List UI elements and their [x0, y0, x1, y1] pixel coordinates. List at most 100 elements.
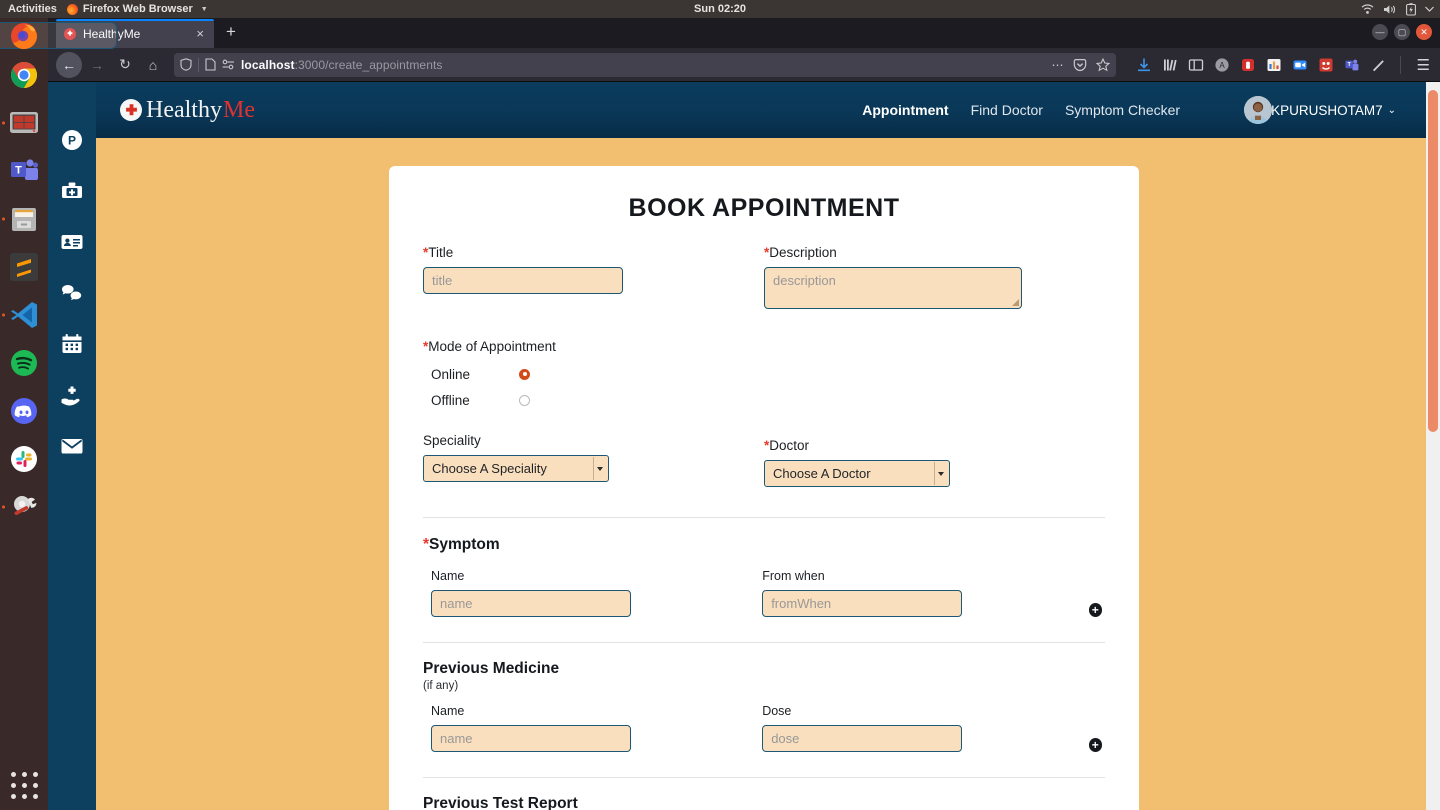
page-icon[interactable] [205, 58, 216, 71]
virtual-machine-icon [10, 112, 38, 133]
clock[interactable]: Sun 02:20 [694, 3, 746, 15]
dock-item-firefox[interactable] [0, 22, 117, 49]
back-button[interactable]: ← [56, 51, 82, 78]
close-window-button[interactable]: ✕ [1416, 24, 1432, 40]
radio-offline[interactable] [519, 394, 530, 406]
dock-item-slack[interactable] [2, 437, 46, 481]
add-medicine-button[interactable]: + [1088, 738, 1102, 752]
divider [423, 777, 1105, 778]
forward-button[interactable]: → [84, 52, 110, 78]
page-actions-icon[interactable]: ⋯ [1052, 58, 1064, 72]
radio-row-online[interactable]: Online [423, 361, 1105, 387]
microsoft-teams-icon: T [11, 159, 39, 180]
dock-item-microsoft-teams[interactable]: T [2, 149, 46, 193]
svg-text:A: A [1219, 61, 1225, 70]
activities-button[interactable]: Activities [0, 3, 67, 15]
dock-item-chrome[interactable] [2, 53, 46, 97]
medical-kit-icon[interactable] [60, 179, 84, 203]
chart-extension-icon[interactable] [1266, 57, 1282, 73]
description-label: *Description [764, 245, 1105, 260]
envelope-icon[interactable] [60, 434, 84, 458]
firefox-window: HealthyMe × + — ▢ ✕ ← → ↻ ⌂ localhost:30… [48, 18, 1440, 810]
title-input[interactable]: title [423, 267, 623, 294]
chevron-down-icon[interactable] [593, 457, 606, 480]
downloads-icon[interactable] [1136, 57, 1152, 73]
doctor-select[interactable]: Choose A Doctor [764, 460, 950, 487]
bookmark-star-icon[interactable] [1095, 57, 1110, 72]
dock-item-spotify[interactable] [2, 341, 46, 385]
parking-circle-icon[interactable]: P [60, 128, 84, 152]
sublime-text-icon [10, 253, 38, 281]
address-bar[interactable]: localhost:3000/create_appointments ⋯ [174, 52, 1116, 77]
system-tray[interactable] [1361, 2, 1434, 16]
dock-item-file-manager[interactable] [2, 197, 46, 241]
scrollbar-thumb[interactable] [1428, 90, 1438, 432]
dock-item-virtualbox-vm[interactable] [2, 101, 46, 145]
nav-link-symptom-checker[interactable]: Symptom Checker [1065, 102, 1180, 118]
field-medicine-name: Name name [431, 704, 762, 752]
minimize-button[interactable]: — [1372, 24, 1388, 40]
url-actions: ⋯ [1052, 57, 1110, 72]
url-path: :3000/create_appointments [294, 57, 443, 72]
id-card-icon[interactable] [60, 230, 84, 254]
title-label: *Title [423, 245, 764, 260]
chat-bubbles-icon[interactable] [60, 281, 84, 305]
doctor-label-text: Doctor [769, 438, 810, 453]
calendar-icon[interactable] [60, 332, 84, 356]
current-app-menu[interactable]: Firefox Web Browser ▼ [66, 3, 208, 15]
nav-link-find-doctor[interactable]: Find Doctor [971, 102, 1043, 118]
wifi-icon [1361, 3, 1374, 14]
field-symptom-name: Name name [431, 569, 762, 617]
dock-item-sublime-text[interactable] [2, 245, 46, 289]
chevron-down-icon [1425, 6, 1434, 12]
divider [1399, 55, 1401, 74]
nav-link-appointment[interactable]: Appointment [862, 102, 948, 118]
add-symptom-button[interactable]: + [1088, 603, 1102, 617]
maximize-button[interactable]: ▢ [1394, 24, 1410, 40]
divider [423, 642, 1105, 643]
dock-item-visual-studio-code[interactable] [2, 293, 46, 337]
account-icon[interactable]: A [1214, 57, 1230, 73]
previous-medicine-subtitle: (if any) [423, 680, 459, 692]
svg-text:P: P [68, 134, 76, 148]
volume-icon [1384, 4, 1396, 14]
close-tab-icon[interactable]: × [194, 27, 206, 40]
lastpass-extension-icon[interactable] [1240, 57, 1256, 73]
dock-item-settings-tools[interactable] [2, 485, 46, 529]
radio-online[interactable] [519, 368, 530, 380]
new-tab-button[interactable]: + [214, 23, 246, 44]
extension-toolbar: A T ☰ [1124, 55, 1432, 74]
speciality-select[interactable]: Choose A Speciality [423, 455, 609, 482]
home-button[interactable]: ⌂ [140, 52, 166, 78]
hand-plus-care-icon[interactable] [60, 383, 84, 407]
user-menu[interactable]: KPURUSHOTAM7 ⌄ [1244, 96, 1396, 124]
brand-logo[interactable]: Healthy Me [120, 97, 255, 124]
symptom-fromwhen-input[interactable]: fromWhen [762, 590, 963, 617]
dock-item-discord[interactable] [2, 389, 46, 433]
field-medicine-dose: Dose dose [762, 704, 1088, 752]
permissions-icon[interactable] [222, 59, 235, 70]
sidebar-icon[interactable] [1188, 57, 1204, 73]
app-menu-button[interactable]: ☰ [1415, 56, 1432, 74]
page-scrollbar[interactable] [1426, 82, 1440, 810]
medicine-dose-input[interactable]: dose [762, 725, 963, 752]
highlighter-icon[interactable] [1370, 57, 1386, 73]
extension-red-icon[interactable] [1318, 57, 1334, 73]
firefox-icon [66, 3, 78, 15]
pocket-icon[interactable] [1073, 58, 1087, 72]
teams-extension-icon[interactable]: T [1344, 57, 1360, 73]
radio-row-offline[interactable]: Offline [423, 387, 1105, 413]
library-icon[interactable] [1162, 57, 1178, 73]
symptom-name-input[interactable]: name [431, 590, 631, 617]
battery-icon [1406, 2, 1416, 16]
zoom-meeting-icon[interactable] [1292, 57, 1308, 73]
reload-button[interactable]: ↻ [112, 52, 138, 78]
description-textarea[interactable]: description [764, 267, 1022, 309]
show-applications-button[interactable] [9, 772, 39, 802]
field-speciality: Speciality Choose A Speciality [423, 433, 764, 487]
shield-icon[interactable] [180, 58, 192, 71]
url-text[interactable]: localhost:3000/create_appointments [241, 58, 1046, 72]
chevron-down-icon[interactable] [934, 462, 947, 485]
tab-strip: HealthyMe × + — ▢ ✕ [48, 18, 1440, 48]
medicine-name-input[interactable]: name [431, 725, 631, 752]
